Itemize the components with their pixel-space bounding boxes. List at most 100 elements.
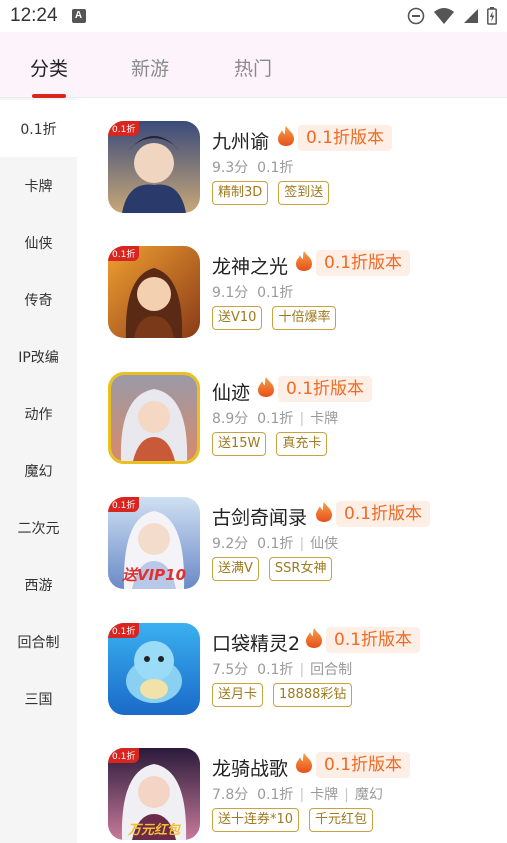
sidebar-item-legend[interactable]: 传奇 <box>0 271 77 328</box>
tab-category[interactable]: 分类 <box>30 54 68 81</box>
game-icon[interactable] <box>108 372 200 464</box>
tag-list: 送月卡 18888彩钻 <box>212 683 353 707</box>
game-discount: 0.1折 <box>257 285 294 301</box>
game-name: 九州谕 <box>212 131 270 153</box>
game-meta: 9.2分 0.1折 | 仙侠 <box>212 536 339 552</box>
tag: 真充卡 <box>276 432 328 456</box>
tag: 18888彩钻 <box>273 683 353 707</box>
icon-promo-text: 万元红包 <box>127 823 180 838</box>
tag: SSR女神 <box>268 557 333 581</box>
tag: 送V10 <box>212 306 263 330</box>
promo-label: 0.1折版本 <box>316 752 411 778</box>
game-discount: 0.1折 <box>257 787 294 803</box>
signal-icon <box>464 9 478 23</box>
sidebar-item-turn-based[interactable]: 回合制 <box>0 613 77 670</box>
promo-label: 0.1折版本 <box>336 501 431 527</box>
sidebar-item-fantasy[interactable]: 魔幻 <box>0 442 77 499</box>
tag: 送满V <box>212 557 259 581</box>
top-tabs: 分类 新游 热门 <box>0 32 507 98</box>
game-item-jiuzhouyu[interactable]: 0.1折 九州谕 0.1折版本 9.3分 0.1折 精制3D 签到送 <box>108 121 507 221</box>
game-category: 魔幻 <box>354 787 383 803</box>
tag: 送15W <box>212 432 267 456</box>
tab-hot[interactable]: 热门 <box>234 54 272 81</box>
game-name: 仙迹 <box>212 382 251 404</box>
sidebar-item-three-kingdoms[interactable]: 三国 <box>0 670 77 727</box>
tab-new-games[interactable]: 新游 <box>131 54 169 81</box>
game-item-longqizhange[interactable]: 0.1折 万元红包 龙骑战歌 0.1折版本 7.8分 0.1折 | 卡牌 | 魔幻 送十… <box>108 748 507 843</box>
tag: 十倍爆率 <box>272 306 337 330</box>
game-icon[interactable]: 0.1折 <box>108 246 200 338</box>
promo-label: 0.1折版本 <box>298 125 393 151</box>
battery-icon <box>487 7 497 25</box>
tag: 精制3D <box>212 181 269 205</box>
game-name: 口袋精灵2 <box>212 633 301 655</box>
game-icon[interactable]: 0.1折 <box>108 623 200 715</box>
sidebar-item-xianxia[interactable]: 仙侠 <box>0 214 77 271</box>
discount-badge: 0.1折 <box>108 246 140 261</box>
game-meta: 7.5分 0.1折 | 回合制 <box>212 662 353 678</box>
tag-list: 送满V SSR女神 <box>212 557 333 581</box>
game-icon[interactable]: 0.1折 万元红包 <box>108 748 200 840</box>
tag: 送十连券*10 <box>212 808 300 832</box>
game-score: 8.9分 <box>212 411 249 427</box>
sidebar-item-anime[interactable]: 二次元 <box>0 499 77 556</box>
tag: 送月卡 <box>212 683 264 707</box>
tag-list: 送十连券*10 千元红包 <box>212 808 374 832</box>
game-category: 卡牌 <box>310 411 339 427</box>
sidebar-item-ip-adaptation[interactable]: IP改编 <box>0 328 77 385</box>
discount-badge: 0.1折 <box>108 748 140 763</box>
discount-badge: 0.1折 <box>108 121 140 136</box>
game-category: 卡牌 <box>310 787 339 803</box>
game-category: 仙侠 <box>310 536 339 552</box>
game-discount: 0.1折 <box>257 536 294 552</box>
game-meta: 8.9分 0.1折 | 卡牌 <box>212 411 339 427</box>
tag: 签到送 <box>278 181 330 205</box>
game-meta: 9.3分 0.1折 <box>212 157 293 177</box>
sidebar-item-action[interactable]: 动作 <box>0 385 77 442</box>
game-name: 龙神之光 <box>212 256 289 278</box>
fire-icon <box>296 251 312 271</box>
status-bar: 12:24 A <box>0 0 507 32</box>
tag-list: 精制3D 签到送 <box>212 181 330 205</box>
tag: 千元红包 <box>309 808 374 832</box>
tag-list: 送V10 十倍爆率 <box>212 306 337 330</box>
game-score: 9.3分 <box>212 160 249 176</box>
sidebar-item-0-1-discount[interactable]: 0.1折 <box>0 100 77 157</box>
icon-promo-text: 送VIP10 <box>121 566 187 584</box>
discount-badge: 0.1折 <box>108 623 140 638</box>
game-discount: 0.1折 <box>257 160 294 176</box>
wifi-icon <box>434 8 454 24</box>
game-discount: 0.1折 <box>257 411 294 427</box>
promo-label: 0.1折版本 <box>326 627 421 653</box>
game-meta: 9.1分 0.1折 <box>212 282 293 302</box>
game-score: 9.1分 <box>212 285 249 301</box>
game-item-gujianqiwenlu[interactable]: 0.1折 送VIP10 古剑奇闻录 0.1折版本 9.2分 0.1折 | 仙侠 送满… <box>108 497 507 597</box>
dnd-icon <box>407 7 425 25</box>
promo-label: 0.1折版本 <box>278 376 373 402</box>
game-discount: 0.1折 <box>257 662 294 678</box>
fire-icon <box>296 753 312 773</box>
game-item-longshenzhiguang[interactable]: 0.1折 龙神之光 0.1折版本 9.1分 0.1折 送V10 十倍爆率 <box>108 246 507 346</box>
fire-icon <box>316 502 332 522</box>
game-name: 古剑奇闻录 <box>212 507 308 529</box>
game-meta: 7.8分 0.1折 | 卡牌 | 魔幻 <box>212 787 383 803</box>
game-icon[interactable]: 0.1折 送VIP10 <box>108 497 200 589</box>
game-item-xianji[interactable]: 仙迹 0.1折版本 8.9分 0.1折 | 卡牌 送15W 真充卡 <box>108 372 507 472</box>
game-icon[interactable]: 0.1折 <box>108 121 200 213</box>
tag-list: 送15W 真充卡 <box>212 432 328 456</box>
notification-a-icon: A <box>71 9 86 23</box>
sidebar-item-journey-west[interactable]: 西游 <box>0 556 77 613</box>
game-score: 7.8分 <box>212 787 249 803</box>
fire-icon <box>306 628 322 648</box>
fire-icon <box>258 377 274 397</box>
game-score: 9.2分 <box>212 536 249 552</box>
game-name: 龙骑战歌 <box>212 758 289 780</box>
game-score: 7.5分 <box>212 662 249 678</box>
status-time: 12:24 <box>10 5 58 26</box>
discount-badge: 0.1折 <box>108 497 140 512</box>
game-category: 回合制 <box>310 662 353 678</box>
category-sidebar: 0.1折 卡牌 仙侠 传奇 IP改编 动作 魔幻 二次元 西游 回合制 三国 <box>0 98 77 843</box>
game-item-koudaijingling2[interactable]: 0.1折 口袋精灵2 0.1折版本 7.5分 0.1折 | 回合制 送月卡 1888… <box>108 623 507 723</box>
fire-icon <box>278 126 294 146</box>
sidebar-item-card[interactable]: 卡牌 <box>0 157 77 214</box>
